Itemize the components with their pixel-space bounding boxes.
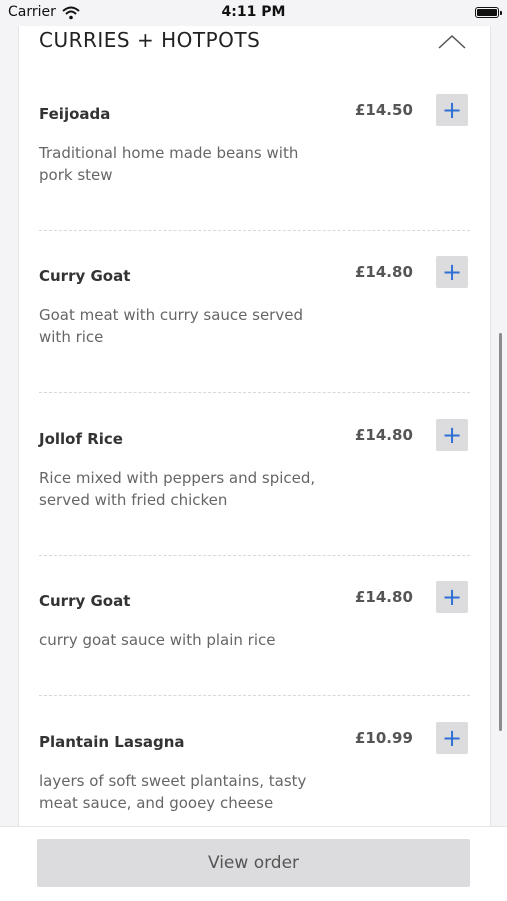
item-price: £10.99 — [355, 729, 413, 747]
item-description: layers of soft sweet plantains, tasty me… — [39, 772, 307, 812]
section-title: CURRIES + HOTPOTS — [39, 28, 261, 52]
item-description: curry goat sauce with plain rice — [39, 631, 276, 649]
add-item-button[interactable]: + — [436, 419, 468, 451]
item-name: Plantain Lasagna — [39, 733, 185, 751]
add-item-button[interactable]: + — [436, 94, 468, 126]
menu-section-panel: CURRIES + HOTPOTS Feijoada £14.50 + Trad… — [18, 26, 491, 826]
battery-icon — [475, 7, 502, 18]
divider — [39, 695, 470, 696]
view-order-button[interactable]: View order — [37, 839, 470, 887]
scrollbar[interactable] — [499, 333, 502, 731]
item-price: £14.80 — [355, 426, 413, 444]
item-description: Traditional home made beans with pork st… — [39, 144, 299, 184]
divider — [39, 392, 470, 393]
status-bar: Carrier 4:11 PM — [0, 0, 507, 26]
add-item-button[interactable]: + — [436, 722, 468, 754]
bottom-bar: View order — [0, 826, 507, 901]
item-description: Goat meat with curry sauce served with r… — [39, 306, 303, 346]
item-name: Feijoada — [39, 105, 111, 123]
item-description: Rice mixed with peppers and spiced, serv… — [39, 469, 316, 509]
status-time: 4:11 PM — [221, 4, 286, 20]
add-item-button[interactable]: + — [436, 256, 468, 288]
item-name: Curry Goat — [39, 267, 131, 285]
item-price: £14.80 — [355, 263, 413, 281]
item-price: £14.50 — [355, 101, 413, 119]
item-name: Curry Goat — [39, 592, 131, 610]
add-item-button[interactable]: + — [436, 581, 468, 613]
divider — [39, 555, 470, 556]
section-header[interactable]: CURRIES + HOTPOTS — [19, 26, 490, 66]
item-name: Jollof Rice — [39, 430, 123, 448]
item-price: £14.80 — [355, 588, 413, 606]
chevron-up-icon[interactable] — [437, 32, 467, 52]
divider — [39, 230, 470, 231]
